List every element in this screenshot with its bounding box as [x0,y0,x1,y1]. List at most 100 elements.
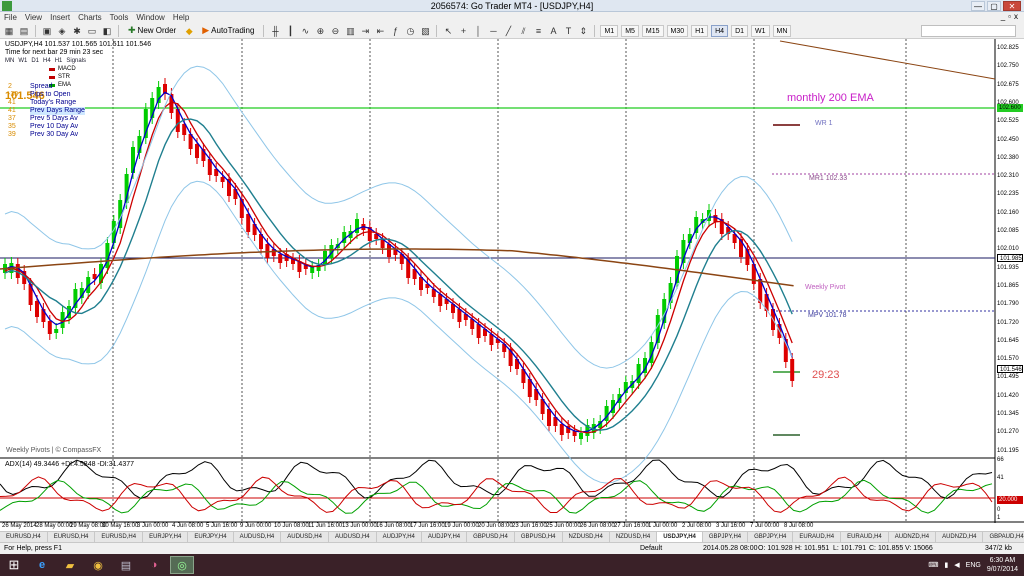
clock-time: 6:30 AM [989,557,1016,564]
timeframe-m15[interactable]: M15 [641,24,664,37]
timeframe-h1[interactable]: H1 [691,24,709,37]
candlestick-icon[interactable]: ┃ [284,25,296,37]
symbol-tab[interactable]: GBPJPY,H4 [703,532,749,542]
terminal-icon[interactable]: ▭ [86,25,98,37]
text-label-icon[interactable]: T [562,25,574,37]
symbol-tab[interactable]: GBPUSD,H4 [515,532,563,542]
menu-help[interactable]: Help [173,13,189,22]
zoom-in-icon[interactable]: ⊕ [314,25,326,37]
symbol-tab[interactable]: EURJPY,H4 [188,532,234,542]
menu-tools[interactable]: Tools [110,13,129,22]
symbol-tab[interactable]: NZDUSD,H4 [563,532,610,542]
market-watch-icon[interactable]: ▣ [41,25,53,37]
vertical-line-icon[interactable]: │ [472,25,484,37]
autoscroll-icon[interactable]: ⇥ [359,25,371,37]
price-axis-label: 101.495 [997,374,1019,381]
timeframe-mn[interactable]: MN [772,24,792,37]
candle-body [636,364,641,383]
symbol-tab[interactable]: AUDNZD,H4 [936,532,984,542]
status-bar: For Help, press F1 Default 2014.05.28 08… [0,542,1024,554]
menu-charts[interactable]: Charts [78,13,102,22]
menu-file[interactable]: File [4,13,17,22]
volume-icon[interactable]: ◀ [954,561,959,569]
price-axis-label: 102.085 [997,228,1019,234]
crosshair-icon[interactable]: + [457,25,469,37]
keyboard-icon[interactable]: ⌨ [928,561,938,569]
symbol-tab[interactable]: AUDNZD,H4 [889,532,937,542]
timeframe-m30[interactable]: M30 [666,24,689,37]
symbol-tab[interactable]: GBPUSD,H4 [467,532,515,542]
profiles-icon[interactable]: ▤ [18,25,30,37]
search-input[interactable] [921,25,1016,37]
chrome-icon[interactable]: ◉ [86,556,110,574]
price-chart[interactable] [0,39,1024,523]
symbol-tab[interactable]: AUDJPY,H4 [422,532,468,542]
symbol-tab[interactable]: EURAUD,H4 [793,532,842,542]
horizontal-line-price-tag: 101.985 [997,254,1023,262]
time-axis-label: 27 Jun 16:00 [614,523,649,529]
windows-start-icon[interactable]: ⊞ [2,556,26,574]
timeframe-m5[interactable]: M5 [621,24,639,37]
network-icon[interactable]: ▮ [944,561,948,569]
price-axis-label: 102.380 [997,154,1019,161]
chart-window[interactable]: USDJPY,H4 101.537 101.565 101.511 101.54… [0,39,1024,529]
symbol-tab[interactable]: EURUSD,H4 [48,532,96,542]
timeframe-w1[interactable]: W1 [751,24,770,37]
mt4-task-icon[interactable]: ◎ [170,556,194,574]
data-window-icon[interactable]: ◈ [56,25,68,37]
arrows-icon[interactable]: ⇕ [577,25,589,37]
calculator-icon[interactable]: ▤ [114,556,138,574]
clock[interactable]: 6:30 AM 9/07/2014 [987,556,1018,574]
autotrading-button[interactable]: ▶ AutoTrading [198,24,258,37]
new-chart-icon[interactable]: ▦ [3,25,15,37]
indicators-icon[interactable]: ƒ [389,25,401,37]
timeframe-m1[interactable]: M1 [600,24,619,37]
menu-window[interactable]: Window [136,13,164,22]
maximize-button[interactable]: ▢ [987,1,1001,11]
new-order-button[interactable]: ✚ New Order [124,24,180,37]
metaeditor-icon[interactable]: ◆ [183,25,195,37]
periods-icon[interactable]: ◷ [404,25,416,37]
strategy-tester-icon[interactable]: ◧ [101,25,113,37]
fibonacci-icon[interactable]: ≡ [532,25,544,37]
symbol-tab[interactable]: EURAUD,H4 [841,532,889,542]
tile-icon[interactable]: ▥ [344,25,356,37]
channel-icon[interactable]: ⫽ [517,25,529,37]
horizontal-line-icon[interactable]: ─ [487,25,499,37]
language-indicator[interactable]: ENG [966,562,981,569]
trendline-icon[interactable]: ╱ [502,25,514,37]
menu-insert[interactable]: Insert [50,13,70,22]
symbol-tab[interactable]: EURUSD,H4 [0,532,48,542]
close-button[interactable]: ✕ [1003,1,1021,11]
symbol-tab[interactable]: AUDUSD,H4 [281,532,329,542]
cursor-icon[interactable]: ↖ [442,25,454,37]
child-restore-button[interactable]: ▫ [1008,12,1011,21]
symbol-tab[interactable]: USDJPY,H4 [657,532,703,542]
text-icon[interactable]: A [547,25,559,37]
symbol-tab[interactable]: AUDJPY,H4 [377,532,422,542]
templates-icon[interactable]: ▧ [419,25,431,37]
timeframe-d1[interactable]: D1 [731,24,749,37]
signal-tab-mn: MN [5,58,15,64]
file-explorer-icon[interactable]: ▰ [58,556,82,574]
minimize-button[interactable]: — [971,1,985,11]
line-chart-icon[interactable]: ∿ [299,25,311,37]
symbol-tab[interactable]: EURJPY,H4 [143,532,189,542]
menu-view[interactable]: View [25,13,42,22]
zoom-out-icon[interactable]: ⊖ [329,25,341,37]
timeframe-h4[interactable]: H4 [711,24,729,37]
symbol-tab[interactable]: AUDUSD,H4 [329,532,377,542]
chart-shift-icon[interactable]: ⇤ [374,25,386,37]
symbol-tab[interactable]: AUDUSD,H4 [234,532,282,542]
symbol-tab[interactable]: GBPAUD,H4 [983,532,1024,542]
symbol-tab[interactable]: NZDUSD,H4 [610,532,658,542]
child-close-button[interactable]: x [1014,12,1018,21]
paint-icon[interactable]: ◑ [142,556,166,574]
price-axis-label: 101.935 [997,264,1019,271]
bar-chart-icon[interactable]: ╫ [269,25,281,37]
symbol-tab[interactable]: EURUSD,H4 [95,532,144,542]
child-minimize-button[interactable]: _ [1001,12,1005,21]
navigator-icon[interactable]: ✱ [71,25,83,37]
symbol-tab[interactable]: GBPJPY,H4 [748,532,794,542]
internet-explorer-icon[interactable]: e [30,556,54,574]
